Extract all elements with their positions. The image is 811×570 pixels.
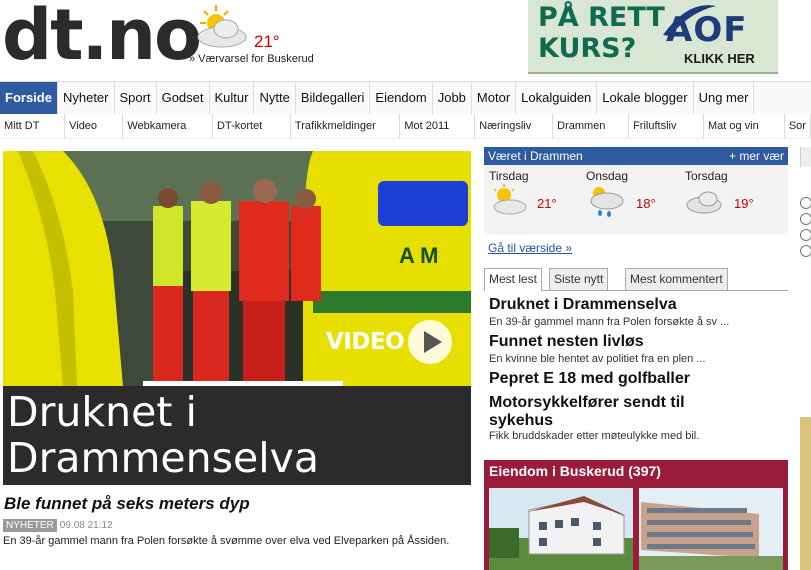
estate-widget: Eiendom i Buskerud (397) — [484, 460, 788, 570]
nav-item-lokale-blogger[interactable]: Lokale blogger — [597, 82, 694, 114]
svg-text:A M: A M — [399, 243, 439, 268]
tab-mest-lest[interactable]: Mest lest — [484, 268, 543, 291]
nav-item-eiendom[interactable]: Eiendom — [370, 82, 433, 114]
nav-item-nyheter[interactable]: Nyheter — [58, 82, 115, 114]
article-meta: NYHETER 09.08 21:12 — [3, 519, 113, 532]
nav-item-forside[interactable]: Forside — [0, 82, 58, 114]
rain-cloud-icon — [590, 187, 624, 217]
ad-headline: PÅ RETT KURS? — [538, 2, 665, 64]
video-label: VIDEO — [326, 329, 405, 355]
play-icon[interactable] — [408, 320, 452, 364]
subnav-item-mat-og-vin[interactable]: Mat og vin — [704, 114, 785, 138]
subnav-item-trafikkmeldinger[interactable]: Trafikkmeldinger — [291, 114, 401, 138]
weather-header: Været i Drammen + mer vær — [484, 147, 788, 165]
subnav-item-mitt-dt[interactable]: Mitt DT — [0, 114, 66, 138]
ad-cta: KLIKK HER — [684, 51, 755, 66]
weather-page-link[interactable]: Gå til værside » — [488, 241, 572, 255]
tab-mest-kommentert[interactable]: Mest kommentert — [625, 268, 728, 290]
list-item-summary: En kvinne ble hentet av politiet fra en … — [489, 353, 706, 365]
nav-item-motor[interactable]: Motor — [472, 82, 517, 114]
nav-item-kultur[interactable]: Kultur — [210, 82, 255, 114]
article-subheading[interactable]: Ble funnet på seks meters dyp — [4, 494, 250, 514]
day-temperature: 21° — [537, 196, 557, 211]
day-name: Tirsdag — [489, 169, 529, 183]
list-item-title[interactable]: Pepret E 18 med golfballer — [489, 370, 690, 388]
subnav-item-friluftsliv[interactable]: Friluftsliv — [629, 114, 704, 138]
day-name: Onsdag — [586, 169, 629, 183]
article-lead: En 39-år gammel mann fra Polen forsøkte … — [3, 535, 450, 547]
nav-item-lokalguiden[interactable]: Lokalguiden — [516, 82, 598, 114]
list-item-title[interactable]: Druknet i Drammenselva — [489, 296, 677, 314]
nav-item-godset[interactable]: Godset — [157, 82, 210, 114]
subnav-item-sor[interactable]: Sor — [785, 114, 811, 138]
weather-widget: Været i Drammen + mer vær Tirsdag 21° On… — [484, 147, 788, 235]
list-item-title[interactable]: Motorsykkelfører sendt til — [489, 394, 685, 412]
more-weather-link[interactable]: + mer vær — [729, 147, 784, 165]
day-name: Torsdag — [685, 169, 728, 183]
list-item-title[interactable]: Funnet nesten livløs — [489, 333, 644, 351]
most-read-tabs: Mest lest Siste nytt Mest kommentert — [484, 268, 788, 291]
hero-video-thumbnail[interactable]: A M VIDEO — [3, 151, 471, 386]
tab-siste-nytt[interactable]: Siste nytt — [549, 268, 609, 290]
subnav-item-video[interactable]: Video — [65, 114, 124, 138]
sub-nav: Mitt DT Video Webkamera DT-kortet Trafik… — [0, 114, 811, 139]
nav-item-nytte[interactable]: Nytte — [254, 82, 296, 114]
timestamp: 09.08 21:12 — [59, 520, 113, 531]
forecast-link[interactable]: » Værvarsel for Buskerud — [189, 53, 314, 65]
estate-listing-image[interactable] — [639, 488, 783, 570]
subnav-item-dt-kortet[interactable]: DT-kortet — [213, 114, 291, 138]
cloud-icon — [686, 191, 722, 214]
article-headline[interactable]: Druknet i Drammenselva — [3, 386, 471, 485]
list-item-summary: Fikk bruddskader etter møteulykke med bi… — [489, 430, 700, 442]
subnav-item-webkamera[interactable]: Webkamera — [123, 114, 214, 138]
subnav-item-naeringsliv[interactable]: Næringsliv — [475, 114, 554, 138]
aof-ad-banner[interactable]: PÅ RETT KURS? AOF KLIKK HER — [528, 0, 778, 74]
nav-item-ung-mer[interactable]: Ung mer — [694, 82, 755, 114]
list-item-title-cont[interactable]: sykehus — [489, 412, 553, 430]
list-item-summary: En 39-år gammel mann fra Polen forsøkte … — [489, 316, 730, 328]
day-temperature: 19° — [734, 196, 754, 211]
nav-item-bildegalleri[interactable]: Bildegalleri — [296, 82, 371, 114]
weather-title: Været i Drammen — [488, 149, 583, 163]
main-nav: Forside Nyheter Sport Godset Kultur Nytt… — [0, 81, 811, 115]
side-fragment — [803, 0, 811, 80]
site-logo[interactable]: dt.no — [2, 0, 202, 76]
sun-cloud-icon — [493, 184, 527, 215]
category-tag[interactable]: NYHETER — [3, 519, 57, 532]
right-edge-column — [796, 147, 811, 570]
ad-brand: AOF — [666, 10, 748, 50]
estate-listing-image[interactable] — [489, 488, 633, 570]
subnav-item-mot-2011[interactable]: Mot 2011 — [400, 114, 476, 138]
nav-item-jobb[interactable]: Jobb — [433, 82, 472, 114]
subnav-item-drammen[interactable]: Drammen — [553, 114, 630, 138]
sun-cloud-icon — [197, 5, 247, 48]
day-temperature: 18° — [636, 196, 656, 211]
nav-item-sport[interactable]: Sport — [115, 82, 157, 114]
header-temperature: 21° — [254, 32, 280, 51]
most-read-list: Druknet i Drammenselva En 39-år gammel m… — [484, 294, 788, 454]
estate-title[interactable]: Eiendom i Buskerud (397) — [484, 460, 788, 482]
